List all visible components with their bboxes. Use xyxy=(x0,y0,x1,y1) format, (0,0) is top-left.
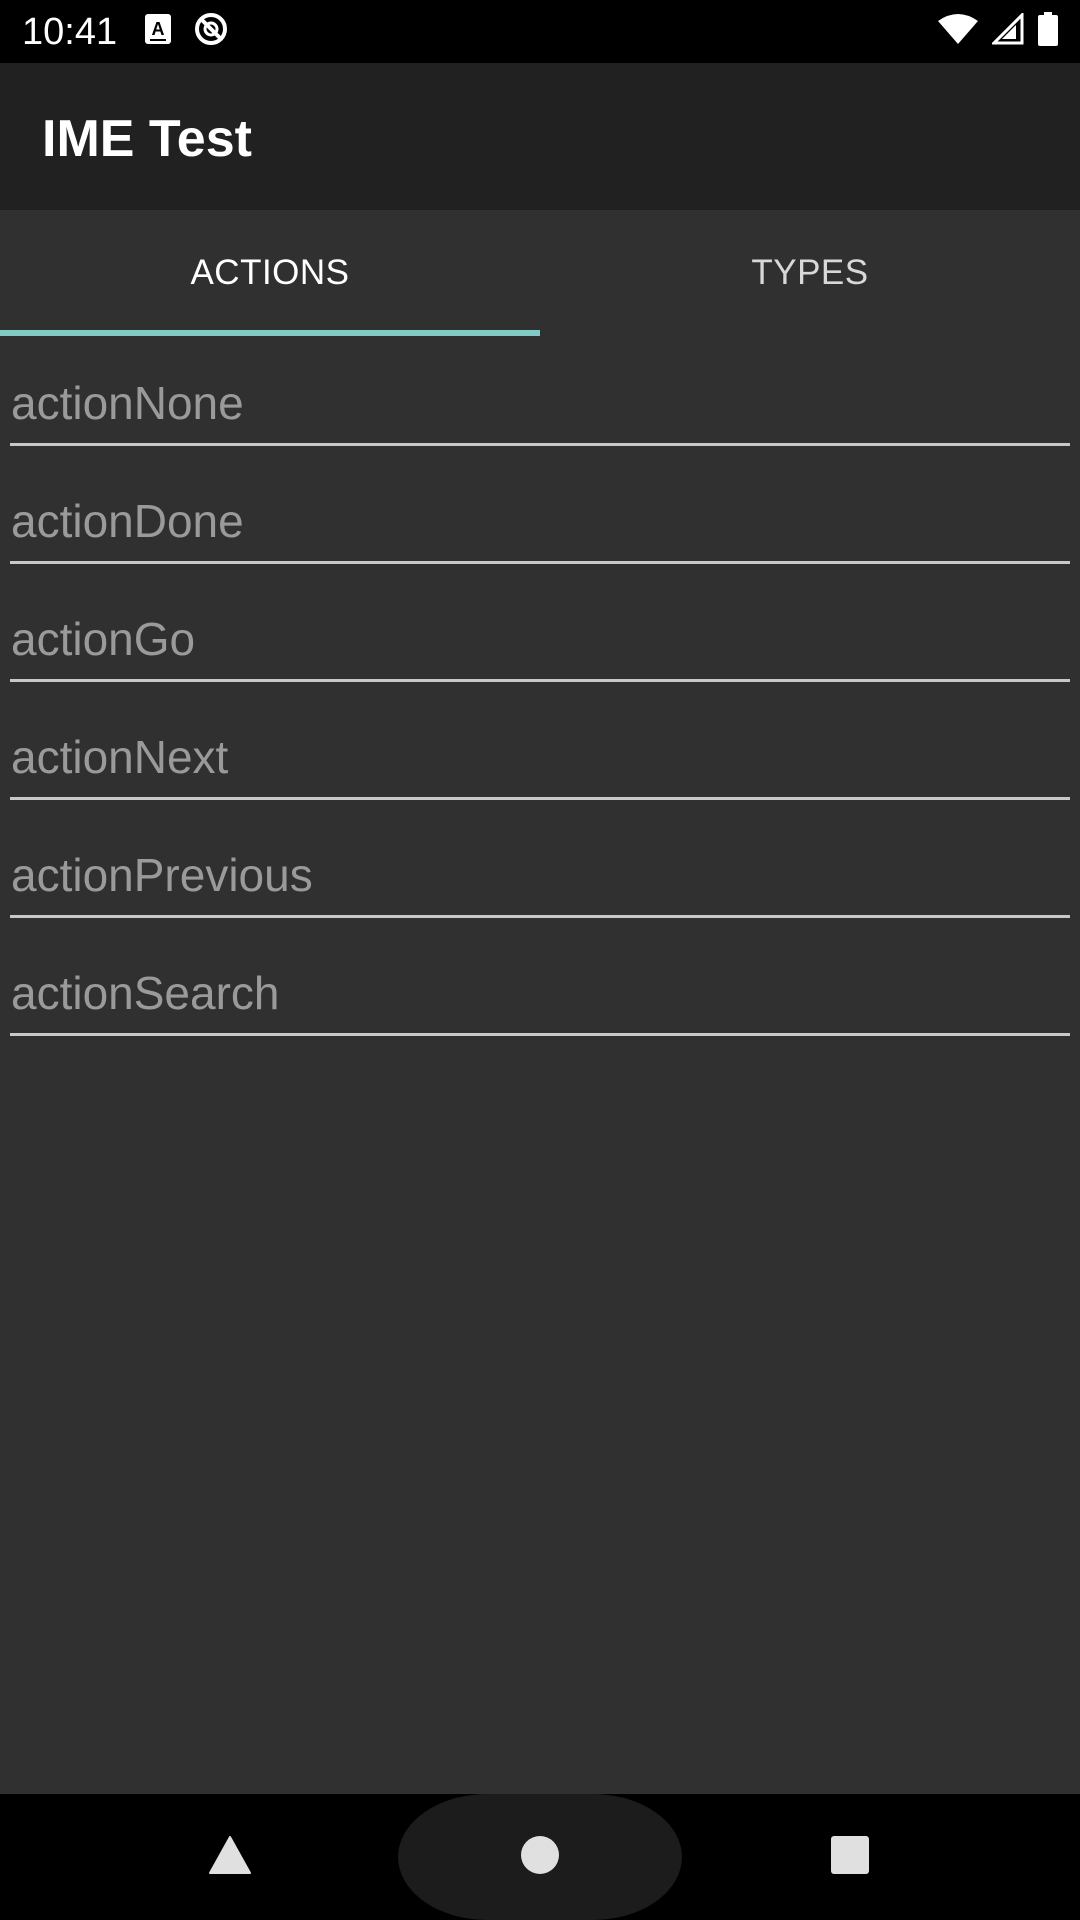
cell-signal-icon xyxy=(990,10,1024,50)
battery-icon xyxy=(1038,11,1058,51)
home-button[interactable] xyxy=(500,1817,580,1897)
recents-icon xyxy=(830,1835,870,1880)
status-bar: 10:41 A xyxy=(0,0,1080,63)
field-row xyxy=(0,808,1080,926)
field-row xyxy=(0,926,1080,1044)
field-list xyxy=(0,336,1080,1044)
field-row xyxy=(0,690,1080,808)
action-previous-field[interactable] xyxy=(10,828,1070,918)
action-done-field[interactable] xyxy=(10,474,1070,564)
tab-bar: ACTIONS TYPES xyxy=(0,210,1080,336)
status-time: 10:41 xyxy=(22,11,118,53)
action-go-field[interactable] xyxy=(10,592,1070,682)
recents-button[interactable] xyxy=(810,1817,890,1897)
action-search-field[interactable] xyxy=(10,946,1070,1036)
back-button[interactable] xyxy=(190,1817,270,1897)
field-row xyxy=(0,454,1080,572)
action-next-field[interactable] xyxy=(10,710,1070,800)
tab-types[interactable]: TYPES xyxy=(540,210,1080,336)
status-right-icons xyxy=(938,10,1058,51)
wifi-icon xyxy=(938,13,978,50)
nav-bar xyxy=(0,1794,1080,1920)
status-left-icons: A xyxy=(145,11,229,52)
field-row xyxy=(0,336,1080,454)
tab-types-label: TYPES xyxy=(751,253,869,292)
keyboard-a-icon: A xyxy=(145,13,171,49)
home-icon xyxy=(520,1835,560,1880)
action-none-field[interactable] xyxy=(10,356,1070,446)
app-title: IME Test xyxy=(42,110,252,168)
field-row xyxy=(0,572,1080,690)
app-bar: IME Test xyxy=(0,63,1080,210)
svg-text:A: A xyxy=(152,19,165,39)
tab-actions-label: ACTIONS xyxy=(190,253,350,292)
sync-disabled-icon xyxy=(193,11,229,52)
tab-actions[interactable]: ACTIONS xyxy=(0,210,540,336)
back-icon xyxy=(208,1835,252,1880)
